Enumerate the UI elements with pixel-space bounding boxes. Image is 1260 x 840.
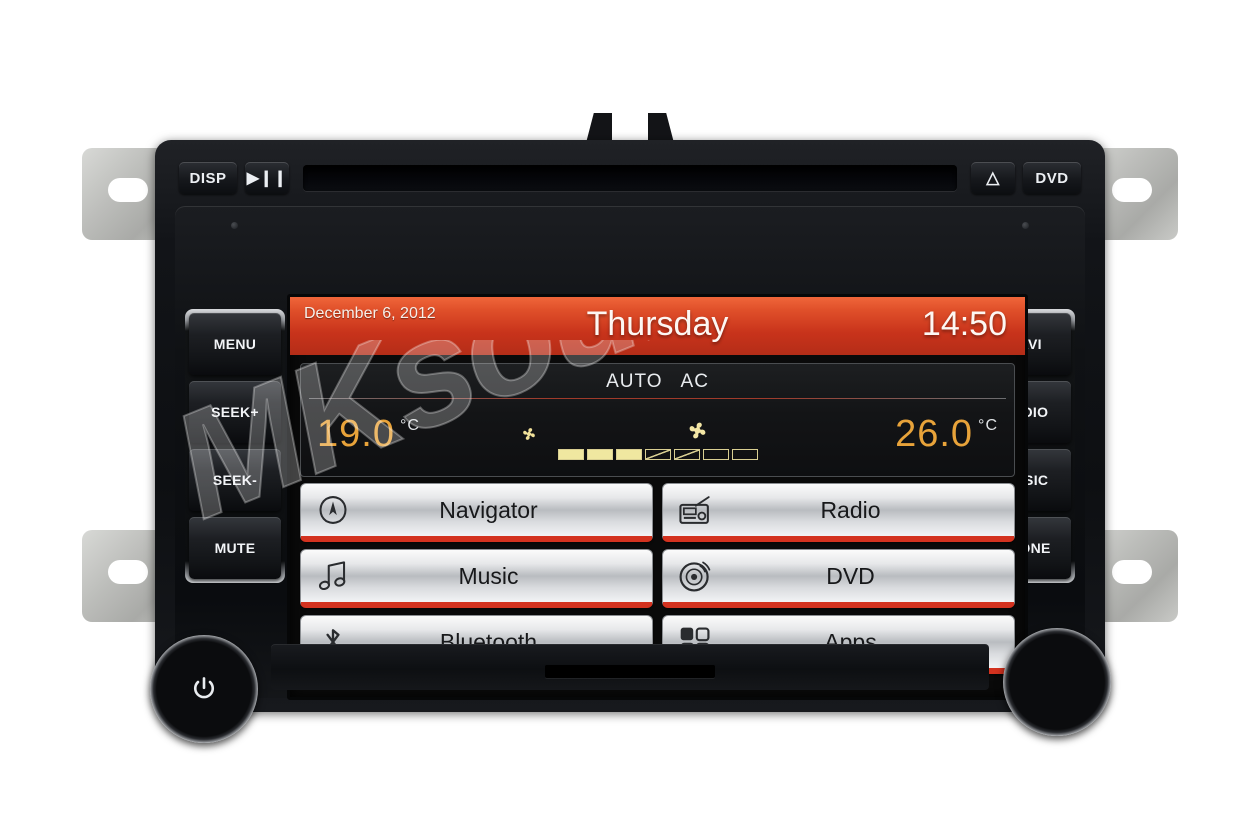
fan-bar-2[interactable] (586, 449, 613, 460)
antenna-tab-left (586, 113, 612, 143)
driver-temp-unit: °C (399, 416, 420, 434)
driver-temperature[interactable]: 19.0 °C (317, 413, 420, 456)
ac-mode-label: AC (680, 371, 709, 392)
climate-panel[interactable]: AUTO AC 19.0 °C 26.0 °C (300, 363, 1015, 477)
front-face-panel: MENU SEEK+ SEEK- MUTE NAVI RADIO MUSIC P… (175, 206, 1085, 700)
antenna-tab-right (648, 113, 674, 143)
fan-bar-3[interactable] (615, 449, 642, 460)
lcd-screen[interactable]: December 6, 2012 Thursday 14:50 AUTO AC 1… (287, 294, 1028, 700)
bracket-slot (1112, 178, 1152, 202)
seek-up-button[interactable]: SEEK+ (189, 381, 281, 443)
dvd-menu-button[interactable]: DVD (662, 549, 1015, 608)
fan-bar-7[interactable] (731, 449, 758, 460)
menu-button[interactable]: MENU (189, 313, 281, 375)
bracket-slot (108, 178, 148, 202)
music-note-icon (305, 559, 361, 593)
head-unit-chassis: DISP ▶❙❙ △ DVD MENU SEEK+ SEEK- MUTE NAV… (155, 140, 1105, 712)
sd-card-slot[interactable] (545, 665, 715, 678)
mute-button[interactable]: MUTE (189, 517, 281, 579)
radio-label: Radio (820, 496, 881, 523)
ir-sensor-right (1022, 222, 1029, 229)
climate-mode-row: AUTO AC (301, 364, 1014, 393)
compass-icon (305, 493, 361, 527)
radio-icon (667, 494, 723, 526)
play-pause-button[interactable]: ▶❙❙ (245, 162, 289, 194)
passenger-temperature[interactable]: 26.0 °C (895, 413, 998, 456)
driver-temp-value: 19.0 (317, 412, 395, 455)
bracket-slot (108, 560, 148, 584)
disc-icon (667, 558, 723, 594)
dvd-button[interactable]: DVD (1023, 162, 1081, 194)
clock-label: 14:50 (921, 305, 1007, 343)
fan-speed-bars[interactable] (557, 449, 758, 460)
fan-icon-row (434, 422, 881, 449)
radio-menu-button[interactable]: Radio (662, 483, 1015, 542)
disp-button[interactable]: DISP (179, 162, 237, 194)
fan-bar-5[interactable] (673, 449, 700, 460)
climate-values-row: 19.0 °C 26.0 °C (301, 399, 1014, 465)
navigator-label: Navigator (439, 496, 538, 523)
passenger-temp-unit: °C (978, 416, 998, 434)
fan-icon-small (519, 424, 539, 449)
seek-down-button[interactable]: SEEK- (189, 449, 281, 511)
music-label: Music (458, 562, 519, 589)
weekday-label: Thursday (586, 305, 729, 343)
auto-mode-label: AUTO (606, 371, 663, 392)
ir-sensor-left (231, 222, 238, 229)
cd-slot (303, 165, 957, 191)
passenger-temp-value: 26.0 (895, 412, 974, 455)
left-button-column: MENU SEEK+ SEEK- MUTE (185, 309, 285, 583)
fan-icon-large (684, 417, 711, 449)
navigator-menu-button[interactable]: Navigator (300, 483, 653, 542)
power-volume-knob[interactable] (150, 635, 258, 743)
top-control-strip: DISP ▶❙❙ △ DVD (179, 154, 1081, 202)
fan-bar-6[interactable] (702, 449, 729, 460)
bracket-slot (1112, 560, 1152, 584)
fan-speed-control[interactable] (434, 402, 881, 466)
power-icon (193, 677, 215, 699)
screen-header-bar: December 6, 2012 Thursday 14:50 (290, 297, 1025, 355)
eject-button[interactable]: △ (971, 162, 1015, 194)
tune-select-knob[interactable] (1003, 628, 1111, 736)
music-menu-button[interactable]: Music (300, 549, 653, 608)
dvd-label: DVD (826, 562, 875, 589)
bottom-bar (271, 644, 989, 690)
screenshot-root: DISP ▶❙❙ △ DVD MENU SEEK+ SEEK- MUTE NAV… (0, 0, 1260, 840)
fan-bar-4[interactable] (644, 449, 671, 460)
fan-bar-1[interactable] (557, 449, 584, 460)
